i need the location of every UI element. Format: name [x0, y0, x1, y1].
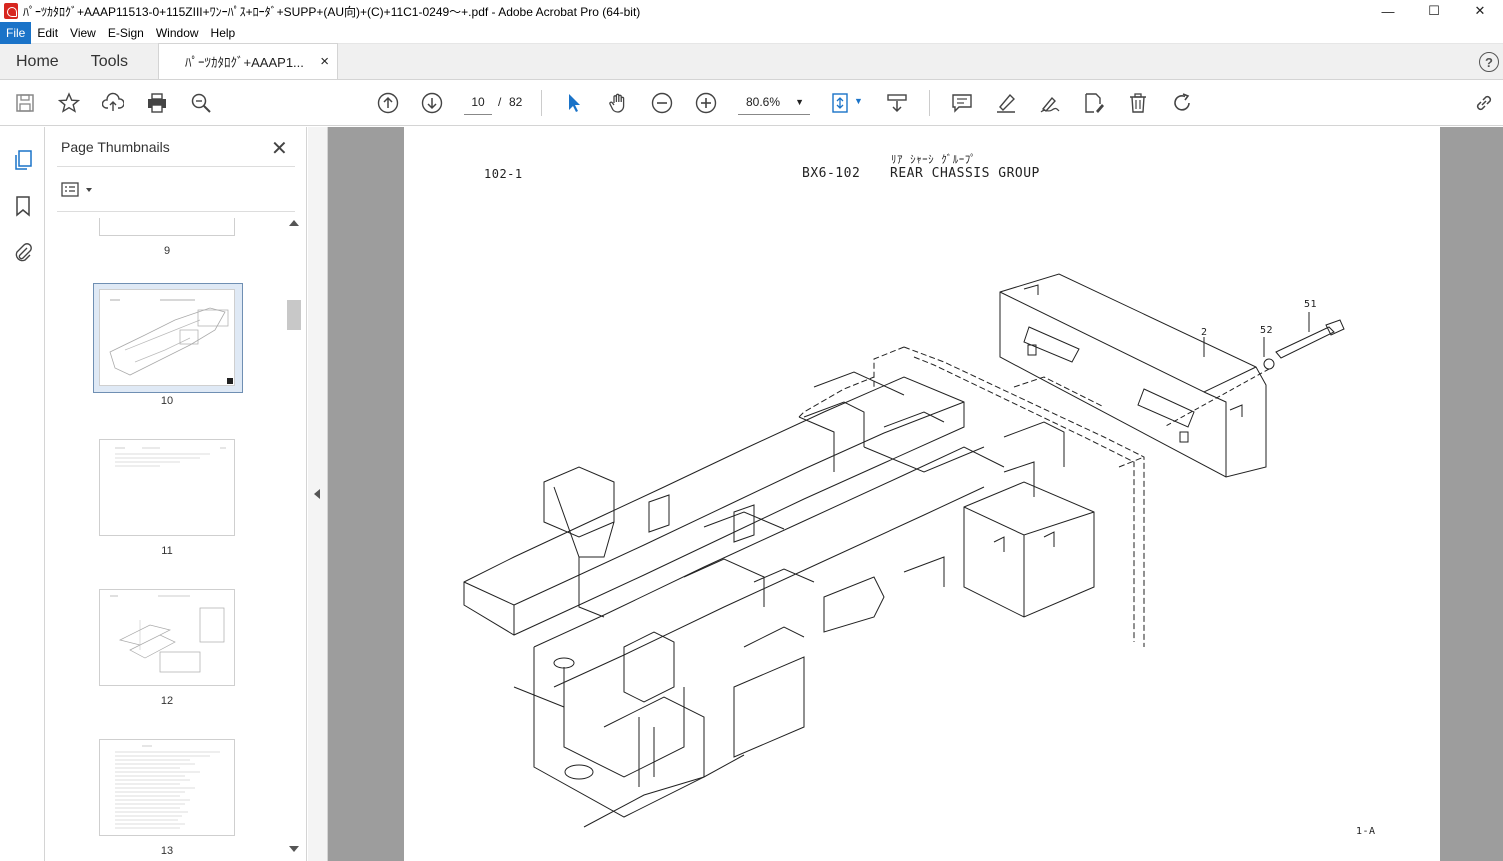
document-viewport[interactable]: 102-1 BX6-102 ﾘｱ ｼｬｰｼ ｸﾞﾙｰﾌﾟ REAR CHASSI…: [328, 127, 1503, 861]
select-arrow-icon[interactable]: [562, 91, 586, 115]
comment-icon[interactable]: [950, 91, 974, 115]
panel-collapse-bar[interactable]: [308, 127, 328, 861]
thumbnail-page-9[interactable]: [99, 218, 235, 236]
tab-tools[interactable]: Tools: [75, 44, 144, 79]
window-controls: — ☐ ✕: [1365, 0, 1503, 22]
attachment-icon[interactable]: [12, 241, 34, 263]
zoom-select[interactable]: 80.6% ▼: [738, 89, 810, 115]
star-icon[interactable]: [57, 91, 81, 115]
page-thumbnails-icon[interactable]: [12, 149, 34, 171]
zoom-search-icon[interactable]: [189, 91, 213, 115]
left-rail: [0, 127, 45, 861]
menu-file[interactable]: File: [0, 21, 32, 44]
thumbnail-page-11[interactable]: [99, 439, 235, 536]
toolbar-divider: [929, 90, 930, 116]
sign-icon[interactable]: [1038, 91, 1062, 115]
zoom-out-icon[interactable]: [650, 91, 674, 115]
bookmark-icon[interactable]: [12, 195, 34, 217]
thumbnail-label: 9: [163, 245, 171, 257]
menu-view[interactable]: View: [64, 22, 102, 44]
thumbnail-page-10[interactable]: [99, 289, 235, 386]
document-tab-label: ﾊﾟｰﾂｶﾀﾛｸﾞ+AAAP1...: [185, 55, 304, 70]
menu-edit[interactable]: Edit: [31, 22, 64, 44]
page-number-input[interactable]: 10: [464, 89, 492, 115]
menu-help[interactable]: Help: [205, 22, 242, 44]
help-icon[interactable]: ?: [1479, 52, 1499, 72]
share-link-icon[interactable]: [1472, 91, 1496, 115]
panel-divider: [57, 211, 295, 212]
toolbar-divider: [541, 90, 542, 116]
fit-caret-icon[interactable]: ▼: [854, 96, 863, 106]
thumbnails-panel: Page Thumbnails ✕ 9 10 11 12 13: [45, 127, 307, 861]
highlight-icon[interactable]: [994, 91, 1018, 115]
page-separator: /: [498, 95, 502, 109]
minimize-button[interactable]: —: [1365, 0, 1411, 22]
collapse-arrow-icon[interactable]: [314, 489, 320, 499]
hand-icon[interactable]: [606, 91, 630, 115]
tab-home[interactable]: Home: [0, 44, 75, 79]
close-window-button[interactable]: ✕: [1457, 0, 1503, 22]
thumbnail-label: 12: [160, 695, 174, 707]
chevron-down-icon: ▼: [795, 97, 804, 107]
close-tab-icon[interactable]: ×: [320, 53, 329, 70]
zoom-in-icon[interactable]: [694, 91, 718, 115]
thumbnail-page-13[interactable]: [99, 739, 235, 836]
close-panel-icon[interactable]: ✕: [271, 136, 288, 161]
scroll-down-icon[interactable]: [289, 846, 299, 852]
chassis-drawing: [463, 273, 1345, 828]
thumbnail-label: 13: [160, 845, 174, 857]
scroll-up-icon[interactable]: [289, 220, 299, 226]
menu-window[interactable]: Window: [150, 22, 205, 44]
print-icon[interactable]: [145, 91, 169, 115]
edit-icon[interactable]: [1082, 91, 1106, 115]
tab-document[interactable]: ﾊﾟｰﾂｶﾀﾛｸﾞ+AAAP1... ×: [158, 43, 339, 79]
next-page-icon[interactable]: [420, 91, 444, 115]
thumbnail-label: 10: [160, 395, 174, 407]
pdf-page: 102-1 BX6-102 ﾘｱ ｼｬｰｼ ｸﾞﾙｰﾌﾟ REAR CHASSI…: [404, 127, 1440, 861]
save-icon[interactable]: [13, 91, 37, 115]
upload-icon[interactable]: [101, 91, 125, 115]
prev-page-icon[interactable]: [376, 91, 400, 115]
fit-page-icon[interactable]: [829, 91, 853, 115]
zoom-value: 80.6%: [746, 95, 781, 109]
total-pages: 82: [509, 95, 523, 109]
title-bar: ﾊﾟｰﾂｶﾀﾛｸﾞ+AAAP11513-0+115ZIII+ﾜﾝｰﾊﾟｽ+ﾛｰﾀ…: [0, 0, 1503, 22]
window-title: ﾊﾟｰﾂｶﾀﾛｸﾞ+AAAP11513-0+115ZIII+ﾜﾝｰﾊﾟｽ+ﾛｰﾀ…: [23, 4, 641, 19]
maximize-button[interactable]: ☐: [1411, 0, 1457, 22]
panel-title: Page Thumbnails: [61, 139, 170, 155]
thumbnail-page-12[interactable]: [99, 589, 235, 686]
delete-icon[interactable]: [1126, 91, 1150, 115]
thumbnails-scrollbar[interactable]: [286, 218, 302, 858]
acrobat-logo-icon: [4, 3, 18, 19]
thumbnail-options-icon[interactable]: [61, 181, 97, 199]
tab-bar: Home Tools ﾊﾟｰﾂｶﾀﾛｸﾞ+AAAP1... × ?: [0, 43, 1503, 80]
menu-bar: File Edit View E-Sign Window Help: [0, 21, 1503, 44]
panel-divider: [57, 166, 295, 167]
redo-icon[interactable]: [1170, 91, 1194, 115]
scrollbar-thumb[interactable]: [287, 300, 301, 330]
thumbnail-label: 11: [161, 545, 173, 557]
scroll-mode-icon[interactable]: [885, 91, 909, 115]
menu-esign[interactable]: E-Sign: [102, 22, 150, 44]
thumbnail-resize-handle[interactable]: [227, 378, 233, 384]
